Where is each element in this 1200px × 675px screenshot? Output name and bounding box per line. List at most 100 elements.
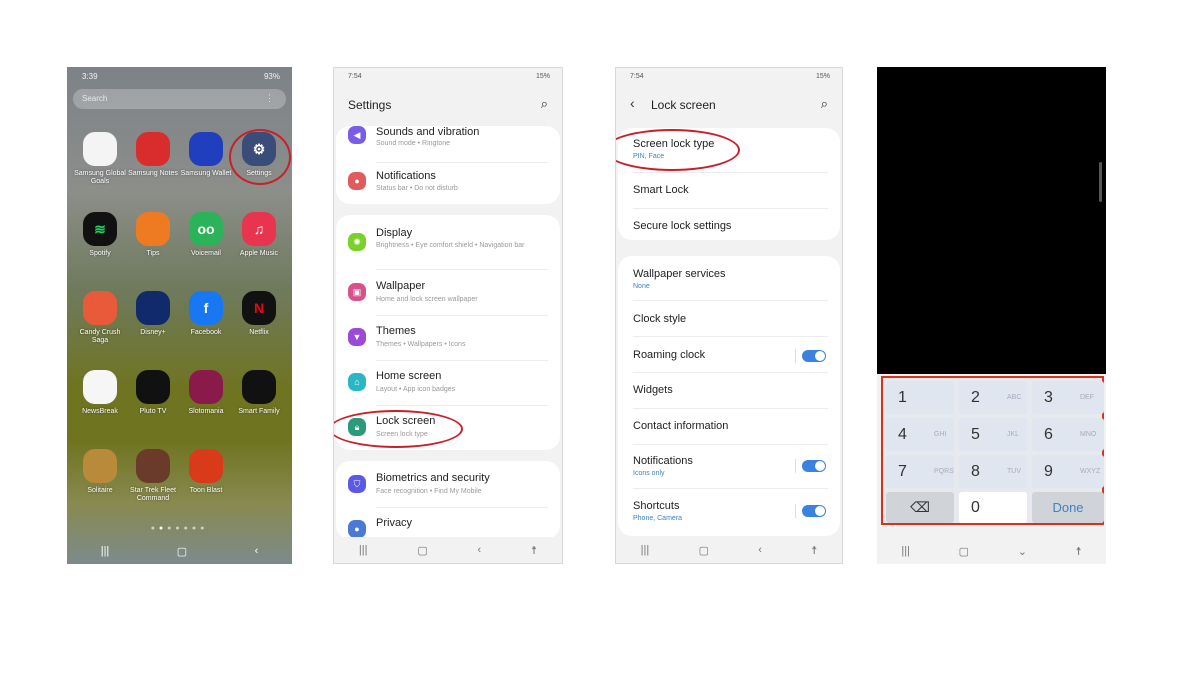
app-samsung-wallet[interactable]: Samsung Wallet [178, 132, 234, 178]
netflix-icon: N [242, 291, 276, 325]
key-number: 1 [898, 388, 907, 406]
app-smart-family[interactable]: Smart Family [231, 370, 287, 416]
recents-icon[interactable]: ||| [101, 545, 110, 557]
app-toon-blast[interactable]: Toon Blast [178, 449, 234, 495]
settings-item-privacy[interactable]: ● Privacy [336, 516, 560, 539]
key-0[interactable]: 0 [959, 492, 1027, 523]
settings-item-biometrics[interactable]: ⛉ Biometrics and security Face recogniti… [336, 471, 560, 505]
app-solitaire[interactable]: Solitaire [72, 449, 128, 495]
settings-item-display[interactable]: ✺ Display Brightness • Eye comfort shiel… [336, 225, 560, 265]
search-bar[interactable]: Search ⋮ [73, 89, 286, 109]
lock-item-notifications[interactable]: Notifications Icons only [618, 455, 840, 483]
search-icon[interactable]: ⌕ [541, 96, 548, 112]
key-number: 6 [1044, 425, 1053, 443]
more-options-icon[interactable]: ⋮ [265, 93, 274, 104]
back-icon[interactable]: ‹ [758, 544, 762, 556]
app-netflix[interactable]: N Netflix [231, 291, 287, 337]
divider [376, 507, 548, 508]
lock-item-shortcuts[interactable]: Shortcuts Phone, Camera [618, 500, 840, 528]
status-bar: 7:54 15% [616, 68, 842, 86]
app-spotify[interactable]: ≋ Spotify [72, 212, 128, 258]
app-newsbreak[interactable]: NewsBreak [72, 370, 128, 416]
item-subtitle: Themes • Wallpapers • Icons [376, 341, 466, 348]
item-title: Smart Lock [633, 184, 689, 196]
hide-keyboard-icon[interactable]: ⌄ [1018, 545, 1027, 558]
app-star-trek-fleet-command[interactable]: Star Trek Fleet Command [125, 449, 181, 503]
lock-item-secure-lock-settings[interactable]: Secure lock settings [618, 220, 840, 240]
backspace-key[interactable]: ⌫ [886, 492, 954, 523]
nav-bar: ||| ▢ ‹ ☨ [616, 537, 842, 563]
app-disney-[interactable]: Disney+ [125, 291, 181, 337]
key-number: 4 [898, 425, 907, 443]
app-label: Spotify [89, 250, 111, 257]
item-title: Clock style [633, 313, 687, 325]
lock-item-smart-lock[interactable]: Smart Lock [618, 184, 840, 204]
home-icon[interactable]: ▢ [177, 545, 187, 558]
accessibility-icon[interactable]: ☨ [1076, 545, 1082, 558]
key-number: 3 [1044, 388, 1053, 406]
app-label: Candy Crush Saga [79, 329, 121, 344]
recents-icon[interactable]: ||| [901, 545, 910, 557]
app-pluto-tv[interactable]: Pluto TV [125, 370, 181, 416]
key-7[interactable]: 7 PQRS [886, 455, 954, 488]
key-letters: ABC [1007, 394, 1022, 401]
settings-item-home-screen[interactable]: ⌂ Home screen Layout • App icon badges [336, 369, 560, 403]
accessibility-icon[interactable]: ☨ [531, 544, 537, 557]
lock-item-roaming-clock[interactable]: Roaming clock [618, 349, 840, 369]
status-time: 3:39 [82, 72, 98, 81]
app-tips[interactable]: Tips [125, 212, 181, 258]
app-label: Solitaire [87, 487, 113, 494]
scrollbar[interactable] [1099, 162, 1102, 202]
settings-item-wallpaper[interactable]: ▣ Wallpaper Home and lock screen wallpap… [336, 279, 560, 313]
item-title: Wallpaper services [633, 268, 726, 280]
app-slotomania[interactable]: Slotomania [178, 370, 234, 416]
key-2[interactable]: 2 ABC [959, 381, 1027, 414]
app-voicemail[interactable]: oo Voicemail [178, 212, 234, 258]
home-icon[interactable]: ▢ [959, 545, 969, 558]
lock-item-wallpaper-services[interactable]: Wallpaper services None [618, 268, 840, 296]
wallet-icon [189, 132, 223, 166]
back-arrow-icon[interactable]: ‹ [630, 95, 635, 111]
settings-item-themes[interactable]: ▼ Themes Themes • Wallpapers • Icons [336, 324, 560, 358]
key-8[interactable]: 8 TUV [959, 455, 1027, 488]
recents-icon[interactable]: ||| [359, 544, 368, 556]
divider [633, 408, 828, 409]
app-label: Samsung Global Goals [74, 170, 126, 185]
roaming-clock-toggle[interactable] [802, 350, 826, 362]
solitaire-icon [83, 449, 117, 483]
key-4[interactable]: 4 GHI [886, 418, 954, 451]
back-icon[interactable]: ‹ [255, 545, 259, 557]
settings-item-sounds[interactable]: ◀ Sounds and vibration Sound mode • Ring… [336, 126, 560, 164]
speaker-icon: ◀ [348, 126, 366, 144]
back-icon[interactable]: ‹ [478, 544, 482, 556]
lock-item-contact-information[interactable]: Contact information [618, 420, 840, 440]
app-samsung-global-goals[interactable]: Samsung Global Goals [72, 132, 128, 186]
home-icon[interactable]: ▢ [417, 544, 427, 557]
app-candy-crush-saga[interactable]: Candy Crush Saga [72, 291, 128, 345]
page-indicator[interactable]: ●●●●●●● [67, 525, 292, 532]
accessibility-icon[interactable]: ☨ [811, 544, 817, 557]
key-6[interactable]: 6 MNO [1032, 418, 1104, 451]
key-5[interactable]: 5 JKL [959, 418, 1027, 451]
key-3[interactable]: 3 DEF [1032, 381, 1104, 414]
item-title: Notifications [376, 170, 436, 182]
lock-item-widgets[interactable]: Widgets [618, 384, 840, 404]
key-9[interactable]: 9 WXYZ [1032, 455, 1104, 488]
shortcuts-toggle[interactable] [802, 505, 826, 517]
settings-item-notifications[interactable]: ● Notifications Status bar • Do not dist… [336, 168, 560, 202]
spotify-icon: ≋ [83, 212, 117, 246]
key-1[interactable]: 1 [886, 381, 954, 414]
notifications-toggle[interactable] [802, 460, 826, 472]
facebook-icon: f [189, 291, 223, 325]
app-facebook[interactable]: f Facebook [178, 291, 234, 337]
done-button[interactable]: Done [1032, 492, 1104, 523]
app-apple-music[interactable]: ♫ Apple Music [231, 212, 287, 258]
lock-item-clock-style[interactable]: Clock style [618, 313, 840, 333]
recents-icon[interactable]: ||| [641, 544, 650, 556]
app-samsung-notes[interactable]: Samsung Notes [125, 132, 181, 178]
divider [795, 459, 796, 473]
item-title: Home screen [376, 370, 442, 382]
search-icon[interactable]: ⌕ [821, 96, 828, 112]
home-icon[interactable]: ▢ [699, 544, 709, 557]
key-number: 5 [971, 425, 980, 443]
